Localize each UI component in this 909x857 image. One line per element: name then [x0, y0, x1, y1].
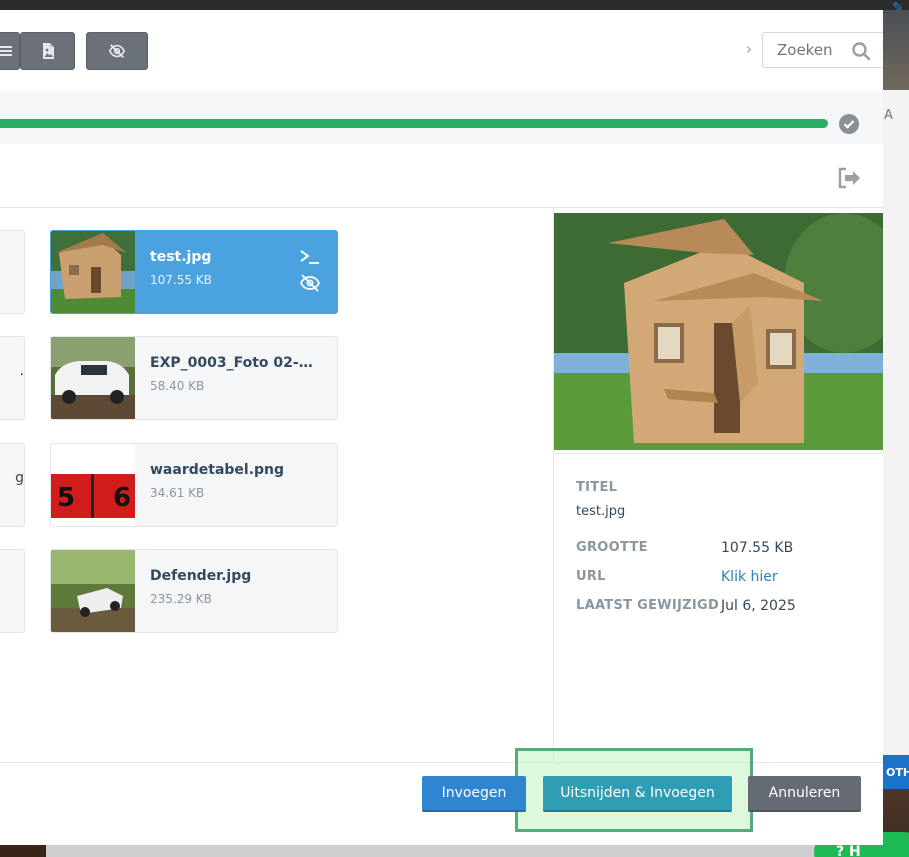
file-details: TITEL test.jpg GROOTTE 107.55 KB URL Kli… — [576, 480, 876, 620]
media-library-modal: › test.jpg 107.55 KB — [0, 10, 883, 845]
file-thumbnail — [51, 550, 135, 632]
images-filter-button[interactable] — [20, 32, 75, 70]
crop-and-insert-button[interactable]: Uitsnijden & Invoegen — [543, 776, 732, 812]
preview-image — [554, 213, 883, 450]
file-thumbnail — [51, 337, 135, 419]
background-toolbar-text: A — [884, 108, 893, 123]
upload-progress-bar — [0, 119, 828, 128]
list-view-button[interactable] — [0, 32, 20, 70]
file-card-partial-text: . — [19, 363, 24, 379]
svg-text:6: 6 — [113, 483, 131, 513]
url-label: URL — [576, 569, 606, 584]
cancel-button[interactable]: Annuleren — [748, 776, 861, 812]
file-card-partial[interactable]: . — [0, 336, 25, 420]
size-row: GROOTTE 107.55 KB — [576, 533, 876, 562]
terminal-icon[interactable] — [299, 248, 321, 266]
background-page-right — [883, 10, 909, 857]
file-name: test.jpg — [150, 249, 212, 265]
eye-slash-icon[interactable] — [299, 274, 321, 292]
toggle-hidden-button[interactable] — [86, 32, 148, 70]
file-card-partial[interactable]: g — [0, 443, 25, 527]
insert-button[interactable]: Invoegen — [422, 776, 526, 812]
modified-value: Jul 6, 2025 — [721, 597, 796, 614]
background-button: OTHE — [883, 755, 909, 789]
file-thumbnail: 56 — [51, 444, 135, 526]
divider — [554, 453, 883, 454]
modified-label: LAATST GEWIJZIGD — [576, 598, 720, 613]
file-card-partial[interactable] — [0, 230, 25, 314]
background-page-panel — [883, 90, 909, 762]
url-link[interactable]: Klik hier — [721, 569, 778, 585]
upload-progress-fill — [0, 119, 828, 128]
chevron-right-icon: › — [746, 40, 752, 58]
file-card-partial-text: g — [15, 470, 24, 486]
background-top-bar — [0, 0, 909, 10]
file-size: 235.29 KB — [150, 592, 212, 606]
file-name: waardetabel.png — [150, 462, 285, 478]
file-image-icon — [42, 43, 54, 59]
svg-text:5: 5 — [57, 483, 75, 513]
search-field[interactable] — [762, 32, 883, 68]
file-card[interactable]: Defender.jpg 235.29 KB — [50, 549, 338, 633]
eye-slash-icon — [108, 44, 126, 58]
modified-row: LAATST GEWIJZIGD Jul 6, 2025 — [576, 591, 876, 620]
size-label: GROOTTE — [576, 540, 648, 555]
size-value: 107.55 KB — [721, 539, 794, 556]
file-card-partial[interactable] — [0, 549, 25, 633]
file-thumbnail — [51, 231, 135, 313]
sign-out-icon[interactable] — [836, 167, 862, 189]
file-card[interactable]: test.jpg 107.55 KB — [50, 230, 338, 314]
help-bubble-text: H — [849, 844, 861, 857]
file-size: 58.40 KB — [150, 379, 205, 393]
url-row: URL Klik hier — [576, 562, 876, 591]
check-circle-icon — [839, 114, 859, 134]
file-card[interactable]: 56 waardetabel.png 34.61 KB — [50, 443, 338, 527]
file-actions — [299, 248, 323, 300]
search-input[interactable] — [763, 33, 843, 67]
file-size: 34.61 KB — [150, 486, 205, 500]
file-grid: test.jpg 107.55 KB . EXP_0003_Foto 02-10… — [0, 208, 553, 763]
background-bottom — [0, 845, 883, 857]
upload-progress-area — [0, 92, 883, 144]
title-value: test.jpg — [576, 504, 626, 519]
search-icon[interactable] — [851, 41, 871, 61]
file-name: EXP_0003_Foto 02-10-2... — [150, 355, 320, 371]
file-card[interactable]: EXP_0003_Foto 02-10-2... 58.40 KB — [50, 336, 338, 420]
file-name: Defender.jpg — [150, 568, 252, 584]
list-icon — [0, 46, 12, 56]
title-label: TITEL — [576, 480, 618, 495]
toolbar: › — [0, 10, 883, 92]
